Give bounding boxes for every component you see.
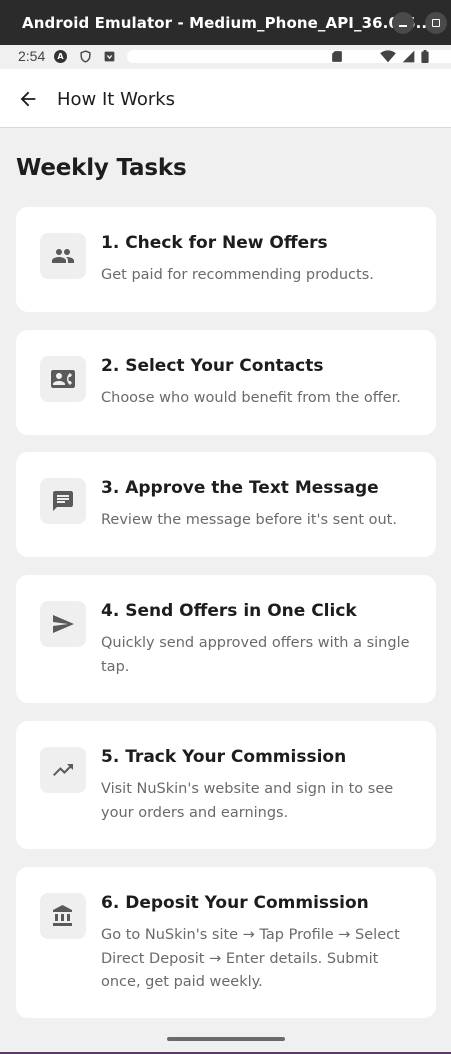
task-card-6: 6. Deposit Your Commission Go to NuSkin'… (16, 867, 436, 1018)
people-icon (52, 249, 74, 263)
arrow-back-icon (20, 91, 36, 107)
shield-icon (80, 50, 91, 63)
task-card-3: 3. Approve the Text Message Review the m… (16, 452, 436, 557)
message-icon (53, 491, 73, 511)
emulator-title-bar: Android Emulator - Medium_Phone_API_36.0… (0, 0, 451, 45)
task-icon-tile (40, 233, 86, 279)
window-title: Android Emulator - Medium_Phone_API_36.0… (22, 14, 434, 32)
maximize-button[interactable] (425, 12, 447, 34)
trending-up-icon (53, 764, 73, 776)
battery-icon (421, 50, 429, 63)
page-title: How It Works (57, 89, 176, 110)
wifi-icon (380, 50, 396, 63)
gesture-nav-handle[interactable] (167, 1037, 285, 1041)
contact-card-icon (51, 370, 75, 388)
task-icon-tile (40, 893, 86, 939)
download-box-icon (104, 51, 115, 62)
task-title: 2. Select Your Contacts (101, 356, 324, 376)
task-description: Visit NuSkin's website and sign in to se… (101, 781, 394, 821)
task-icon-tile (40, 601, 86, 647)
task-description: Review the message before it's sent out. (101, 512, 397, 528)
task-description: Choose who would benefit from the offer. (101, 390, 401, 406)
task-card-1: 1. Check for New Offers Get paid for rec… (16, 207, 436, 312)
task-description: Quickly send approved offers with a sing… (101, 635, 410, 675)
minimize-button[interactable] (392, 12, 414, 34)
maximize-icon (432, 19, 440, 27)
task-description: Go to NuSkin's site → Tap Profile → Sele… (101, 927, 400, 990)
status-right-icons (380, 50, 429, 63)
status-bar: 2:54 A (0, 45, 451, 69)
section-title: Weekly Tasks (16, 155, 187, 181)
task-icon-tile (40, 356, 86, 402)
task-description: Get paid for recommending products. (101, 267, 374, 283)
back-button[interactable] (14, 85, 42, 113)
task-title: 4. Send Offers in One Click (101, 601, 357, 621)
signal-icon (402, 50, 415, 63)
android-auto-icon: A (54, 50, 67, 63)
minimize-icon (399, 25, 407, 27)
app-bar: How It Works (0, 69, 451, 128)
bank-icon (53, 905, 72, 926)
task-card-2: 2. Select Your Contacts Choose who would… (16, 330, 436, 435)
send-icon (53, 615, 74, 633)
task-title: 5. Track Your Commission (101, 747, 347, 767)
task-icon-tile (40, 747, 86, 793)
task-icon-tile (40, 478, 86, 524)
task-title: 3. Approve the Text Message (101, 478, 379, 498)
task-card-5: 5. Track Your Commission Visit NuSkin's … (16, 721, 436, 849)
task-title: 1. Check for New Offers (101, 233, 328, 253)
task-card-4: 4. Send Offers in One Click Quickly send… (16, 575, 436, 703)
status-time: 2:54 (18, 48, 46, 64)
task-title: 6. Deposit Your Commission (101, 893, 369, 913)
phone-screen: 2:54 A How It Works Weekly Tasks 1. Chec… (0, 45, 451, 1052)
